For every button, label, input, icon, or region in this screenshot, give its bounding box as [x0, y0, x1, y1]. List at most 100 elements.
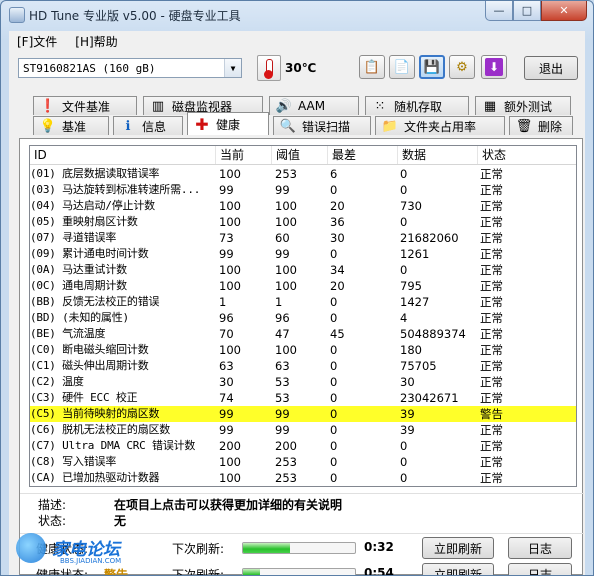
grid-icon: ▦ [483, 98, 497, 114]
tab-random-access[interactable]: ⁙ 随机存取 [365, 96, 469, 115]
menu-help[interactable]: [H]帮助 [67, 33, 127, 50]
cell-data: 0 [400, 471, 408, 485]
cell-id: (07) 寻道错误率 [30, 231, 117, 244]
table-row-warning[interactable]: (C5) 当前待映射的扇区数 99 99 0 39 警告 [30, 406, 576, 422]
cell-data: 0 [400, 263, 408, 277]
exit-button[interactable]: 退出 [524, 56, 578, 80]
cell-data: 4 [400, 311, 408, 325]
cell-status: 正常 [480, 375, 503, 389]
table-row[interactable]: (C3) 硬件 ECC 校正 74 53 0 23042671 正常 [30, 390, 576, 406]
column-header-data[interactable]: 数据 [398, 146, 478, 164]
tab-info[interactable]: ℹ 信息 [113, 116, 183, 135]
tab-extra-tests[interactable]: ▦ 额外测试 [475, 96, 571, 115]
table-row[interactable]: (C7) Ultra DMA CRC 错误计数 200 200 0 0 正常 [30, 438, 576, 454]
table-row[interactable]: (BD) (未知的属性) 96 96 0 4 正常 [30, 310, 576, 326]
cell-status: 正常 [480, 359, 503, 373]
cell-data: 0 [400, 439, 408, 453]
cell-worst: 36 [330, 215, 345, 229]
cell-status: 正常 [480, 263, 503, 277]
table-row[interactable]: (05) 重映射扇区计数 100 100 36 0 正常 [30, 214, 576, 230]
tab-health[interactable]: ✚ 健康 [187, 112, 269, 135]
tab-folder-usage[interactable]: 📁 文件夹占用率 [375, 116, 505, 135]
log-button-2[interactable]: 日志 [508, 563, 572, 575]
table-row[interactable]: (C2) 温度 30 53 0 30 正常 [30, 374, 576, 390]
cell-worst: 34 [330, 263, 345, 277]
table-row[interactable]: (01) 底层数据读取错误率 100 253 6 0 正常 [30, 166, 576, 182]
cell-status: 正常 [480, 247, 503, 261]
cell-current: 1 [219, 295, 227, 309]
description-value: 在项目上点击可以获得更加详细的有关说明 [114, 498, 343, 512]
cell-status: 正常 [480, 183, 503, 197]
folder-icon: 📁 [381, 118, 399, 134]
cell-id: (05) 重映射扇区计数 [30, 215, 138, 228]
column-header-worst[interactable]: 最差 [328, 146, 398, 164]
table-row[interactable]: (C0) 断电磁头缩回计数 100 100 0 180 正常 [30, 342, 576, 358]
menu-bar: [F]文件 [H]帮助 [9, 31, 585, 51]
description-label: 描述: [38, 498, 67, 512]
menu-file[interactable]: [F]文件 [9, 33, 67, 50]
table-row[interactable]: (BE) 气流温度 70 47 45 504889374 正常 [30, 326, 576, 342]
cell-threshold: 253 [275, 455, 297, 469]
cell-threshold: 53 [275, 375, 290, 389]
cell-data: 795 [400, 279, 422, 293]
health-panel: ID 当前 阈值 最差 数据 状态 (01) 底层数据读取错误率 100 253 6 0… [19, 138, 584, 575]
minimize-button[interactable]: — [485, 1, 513, 21]
cell-id: (C0) 断电磁头缩回计数 [30, 343, 149, 356]
table-row[interactable]: (0C) 通电周期计数 100 100 20 795 正常 [30, 278, 576, 294]
refresh-now-button-2[interactable]: 立即刷新 [422, 563, 494, 575]
close-button[interactable]: ✕ [541, 1, 587, 21]
cell-data: 23042671 [400, 391, 459, 405]
info-icon: ℹ [125, 118, 131, 134]
download-button[interactable]: ⬇ [481, 55, 507, 79]
cell-status: 正常 [480, 295, 503, 309]
table-row[interactable]: (07) 寻道错误率 73 60 30 21682060 正常 [30, 230, 576, 246]
tab-error-scan[interactable]: 🔍 错误扫描 [273, 116, 371, 135]
options-button[interactable]: ⚙ [449, 55, 475, 79]
status-value: 无 [114, 514, 127, 528]
cell-worst: 0 [330, 407, 338, 421]
tab-erase[interactable]: 🗑 删除 [509, 116, 573, 135]
cell-threshold: 96 [275, 311, 290, 325]
cell-id: (C3) 硬件 ECC 校正 [30, 391, 138, 404]
tab-aam[interactable]: 🔊 AAM [269, 96, 359, 115]
column-header-id[interactable]: ID [30, 146, 216, 164]
cell-data: 21682060 [400, 231, 459, 245]
cell-threshold: 100 [275, 279, 297, 293]
cell-threshold: 1 [275, 295, 283, 309]
table-row[interactable]: (03) 马达旋转到标准转速所需... 99 99 0 0 正常 [30, 182, 576, 198]
next-refresh-label: 下次刷新: [172, 542, 225, 556]
column-header-status[interactable]: 状态 [478, 146, 576, 164]
globe-icon [16, 533, 46, 563]
table-row[interactable]: (BB) 反馈无法校正的错误 1 1 0 1427 正常 [30, 294, 576, 310]
column-header-threshold[interactable]: 阈值 [272, 146, 328, 164]
maximize-button[interactable]: □ [513, 1, 541, 21]
table-row[interactable]: (C6) 脱机无法校正的扇区数 99 99 0 39 正常 [30, 422, 576, 438]
table-row[interactable]: (CA) 已增加热驱动计数器 100 253 0 0 正常 [30, 470, 576, 486]
log-button[interactable]: 日志 [508, 537, 572, 559]
cell-current: 30 [219, 375, 234, 389]
table-row[interactable]: (0A) 马达重试计数 100 100 34 0 正常 [30, 262, 576, 278]
save-button[interactable]: 💾 [419, 55, 445, 79]
drive-select[interactable]: ST9160821AS (160 gB) ▼ [18, 58, 242, 78]
cell-worst: 0 [330, 295, 338, 309]
tab-benchmark[interactable]: 💡 基准 [33, 116, 109, 135]
cell-current: 96 [219, 311, 234, 325]
copy-info-button[interactable]: 📋 [359, 55, 385, 79]
copy-screenshot-button[interactable]: 📄 [389, 55, 415, 79]
table-row[interactable]: (C1) 磁头伸出周期计数 63 63 0 75705 正常 [30, 358, 576, 374]
lightbulb-icon: 💡 [39, 118, 57, 134]
tab-file-benchmark[interactable]: ❗ 文件基准 [33, 96, 137, 115]
cell-status: 正常 [480, 455, 503, 469]
cell-data: 1261 [400, 247, 430, 261]
table-row[interactable]: (C8) 写入错误率 100 253 0 0 正常 [30, 454, 576, 470]
cell-id: (04) 马达启动/停止计数 [30, 199, 155, 212]
refresh-now-button[interactable]: 立即刷新 [422, 537, 494, 559]
table-row[interactable]: (09) 累计通电时间计数 99 99 0 1261 正常 [30, 246, 576, 262]
cell-worst: 0 [330, 311, 338, 325]
table-row[interactable]: (04) 马达启动/停止计数 100 100 20 730 正常 [30, 198, 576, 214]
cell-data: 39 [400, 423, 415, 437]
chart-icon: ▥ [151, 98, 165, 114]
column-header-current[interactable]: 当前 [216, 146, 272, 164]
chevron-down-icon[interactable]: ▼ [224, 59, 241, 77]
cell-data: 0 [400, 183, 408, 197]
